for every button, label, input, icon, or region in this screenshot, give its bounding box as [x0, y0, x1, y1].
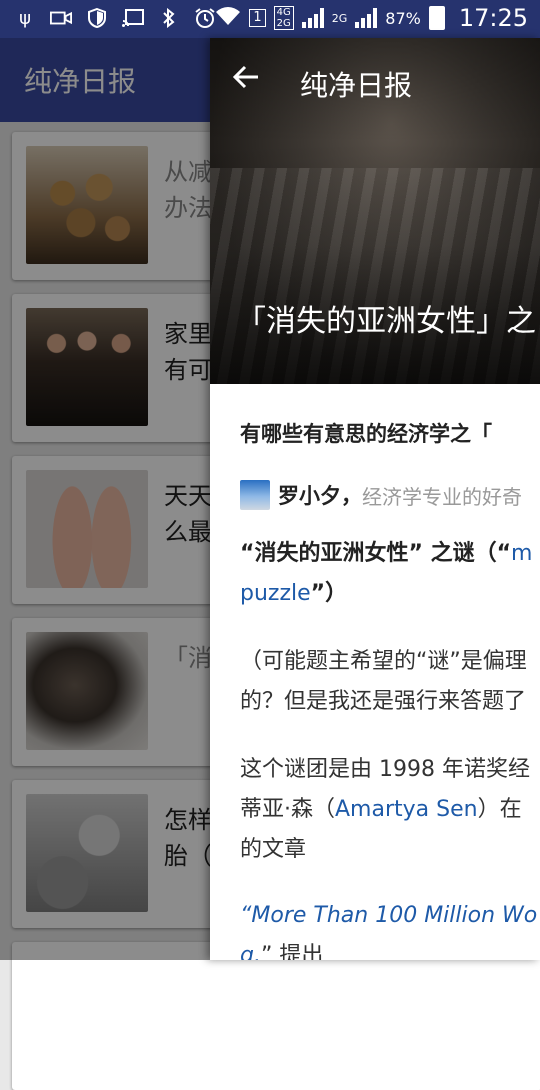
- paragraph-4: “More Than 100 Million Wo g.” 提出: [240, 896, 537, 960]
- network-type-badge: 4G 2G: [273, 6, 294, 30]
- article-title: 「消失的亚洲女性」之: [236, 304, 536, 339]
- battery-percentage: 87%: [385, 8, 421, 28]
- link[interactable]: m: [511, 541, 532, 566]
- link[interactable]: Amartya Sen: [335, 797, 478, 822]
- article-panel: 纯净日报 「消失的亚洲女性」之 有哪些有意思的经济学之「 罗小夕， 经济学专业的…: [210, 38, 540, 960]
- author-line: 罗小夕， 经济学专业的好奇: [240, 480, 522, 510]
- paragraph-2: （可能题主希望的“谜”是偏理 的？但是我还是强行来答题了: [240, 649, 527, 714]
- clock: 17:25: [458, 4, 528, 32]
- link[interactable]: puzzle: [240, 581, 311, 606]
- status-bar: ψ 1 4G 2G 2G 87% 17:25: [0, 0, 540, 38]
- author-bio: 经济学专业的好奇: [362, 484, 522, 509]
- toolbar-title: 纯净日报: [300, 69, 413, 102]
- sim-slot-label: 1: [249, 9, 266, 27]
- video-camera-icon: [50, 7, 72, 29]
- question-title: 有哪些有意思的经济学之「: [240, 422, 492, 446]
- paragraph-3: 这个谜团是由 1998 年诺奖经 蒂亚·森（Amartya Sen）在 的文章: [240, 757, 530, 862]
- back-arrow-icon[interactable]: [232, 62, 272, 102]
- network-type-label: 2G: [331, 11, 348, 25]
- paragraph-1: “消失的亚洲女性” 之谜（“m puzzle”）: [240, 541, 533, 606]
- bluetooth-icon: [158, 7, 180, 29]
- avatar: [240, 480, 270, 510]
- author-name: 罗小夕，: [278, 484, 362, 508]
- cast-icon: [122, 7, 144, 29]
- usb-icon: ψ: [19, 7, 31, 29]
- link[interactable]: g.: [240, 943, 261, 960]
- signal-strength-icon: [301, 8, 324, 28]
- shield-icon: [86, 7, 108, 29]
- battery-charging-icon: [428, 6, 445, 30]
- list-item[interactable]: [12, 942, 540, 1090]
- signal-strength-icon-2: [355, 8, 378, 28]
- wifi-icon: [215, 6, 241, 31]
- alarm-icon: [194, 7, 216, 29]
- link[interactable]: “More Than 100 Million Wo: [240, 903, 537, 928]
